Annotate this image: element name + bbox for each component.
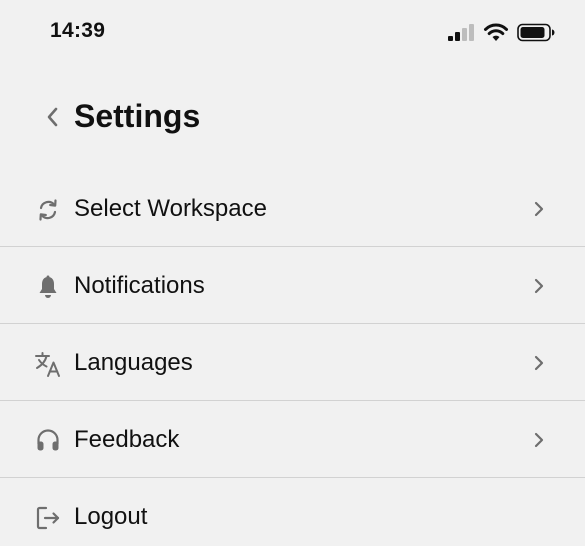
bell-icon (34, 273, 62, 301)
battery-icon (517, 23, 555, 42)
menu-item-label: Notifications (74, 272, 205, 299)
menu-item-select-workspace[interactable]: Select Workspace (0, 170, 585, 247)
status-icons (439, 22, 555, 42)
page-title: Settings (74, 98, 201, 134)
cellular-signal-icon (447, 23, 475, 41)
menu-item-label: Select Workspace (74, 195, 267, 222)
menu-item-logout[interactable]: Logout (0, 478, 585, 546)
menu-item-label: Languages (74, 349, 193, 376)
logout-icon (34, 504, 62, 532)
chevron-right-icon (533, 277, 545, 295)
menu-item-label: Logout (74, 503, 148, 530)
translate-icon (34, 350, 62, 378)
status-bar: 14:39 (0, 0, 585, 64)
headset-icon (34, 427, 62, 455)
chevron-left-icon (40, 102, 66, 132)
settings-menu: Select Workspace Notifications Languages… (0, 170, 585, 546)
sync-icon (34, 196, 62, 224)
header: Settings (0, 88, 585, 148)
chevron-right-icon (533, 200, 545, 218)
wifi-icon (483, 23, 509, 42)
menu-item-notifications[interactable]: Notifications (0, 247, 585, 324)
settings-screen: 14:39 Settings Select Workspace Notifica… (0, 0, 585, 546)
menu-item-feedback[interactable]: Feedback (0, 401, 585, 478)
menu-item-label: Feedback (74, 426, 180, 453)
chevron-right-icon (533, 354, 545, 372)
status-time: 14:39 (50, 19, 106, 42)
menu-item-languages[interactable]: Languages (0, 324, 585, 401)
chevron-right-icon (533, 431, 545, 449)
back-button[interactable] (40, 102, 66, 132)
